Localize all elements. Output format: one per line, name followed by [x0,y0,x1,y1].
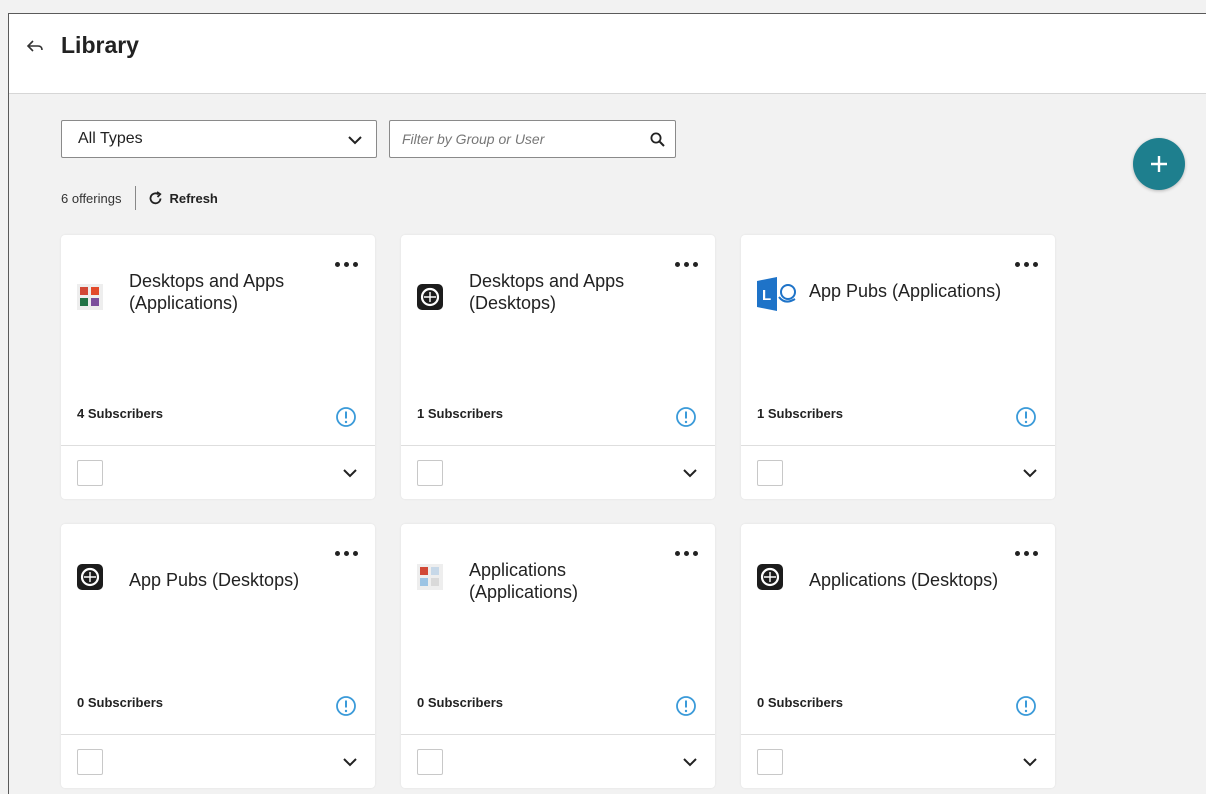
offering-title: Applications (Desktops) [809,569,1029,591]
more-options-icon[interactable] [333,546,361,560]
offerings-count: 6 offerings [61,190,122,206]
subscriber-count: 0 Subscribers [417,695,503,710]
more-options-icon[interactable] [673,257,701,271]
offering-title: Desktops and Apps (Desktops) [469,270,689,314]
title-line-1: Desktops and Apps [129,271,285,291]
info-icon[interactable] [335,695,357,717]
more-options-icon[interactable] [333,257,361,271]
type-filter-select[interactable]: All Types [61,120,377,158]
select-checkbox[interactable] [757,749,783,775]
title-line-1: App Pubs (Applications) [809,281,1002,301]
subscriber-count: 1 Subscribers [757,406,843,421]
info-icon[interactable] [1015,695,1037,717]
subscriber-count: 4 Subscribers [77,406,163,421]
title-line-2: (Desktops) [469,293,557,313]
windows-desktop-icon [77,564,103,590]
offering-title: App Pubs (Applications) [809,280,1029,302]
group-user-filter [389,120,676,158]
card-divider [61,734,375,735]
lync-icon: L [757,277,796,311]
subscriber-count: 0 Subscribers [77,695,163,710]
chevron-down-icon[interactable] [1023,468,1037,478]
chevron-down-icon[interactable] [683,468,697,478]
card-divider [741,734,1055,735]
office-apps-icon [417,564,443,590]
title-line-2: (Applications) [129,293,239,313]
search-icon[interactable] [650,132,665,147]
svg-text:L: L [762,287,771,304]
refresh-button[interactable]: Refresh [148,190,218,206]
page-header: Library [9,14,1206,94]
chevron-down-icon [348,136,362,145]
chevron-down-icon[interactable] [343,757,357,767]
subscriber-count: 0 Subscribers [757,695,843,710]
offering-title: App Pubs (Desktops) [129,569,349,591]
office-apps-icon [77,284,103,310]
info-icon[interactable] [335,406,357,428]
title-line-1: Applications (Desktops) [809,570,999,590]
title-line-1: App Pubs (Desktops) [129,570,300,590]
card-divider [401,734,715,735]
select-checkbox[interactable] [77,460,103,486]
card-divider [741,445,1055,446]
offering-title: Applications (Applications) [469,559,689,603]
offering-card[interactable]: Desktops and Apps (Applications) 4 Subsc… [61,235,375,499]
plus-icon [1151,156,1167,172]
title-line-2: (Applications) [469,582,579,602]
page-title: Library [61,32,139,58]
offering-card[interactable]: App Pubs (Desktops) 0 Subscribers [61,524,375,788]
info-icon[interactable] [675,695,697,717]
select-checkbox[interactable] [757,460,783,486]
windows-desktop-icon [757,564,783,590]
windows-desktop-icon [417,284,443,310]
select-checkbox[interactable] [417,460,443,486]
back-arrow-icon[interactable] [26,39,44,53]
subscriber-count: 1 Subscribers [417,406,503,421]
info-icon[interactable] [675,406,697,428]
add-offering-button[interactable] [1133,138,1185,190]
app-window: Library All Types 6 offerings Refresh [8,13,1206,794]
offering-card[interactable]: L App Pubs (Applications) 1 Subscribers [741,235,1055,499]
more-options-icon[interactable] [1013,546,1041,560]
type-filter-value: All Types [78,130,143,147]
chevron-down-icon[interactable] [343,468,357,478]
chevron-down-icon[interactable] [1023,757,1037,767]
refresh-icon [150,190,163,204]
chevron-down-icon[interactable] [683,757,697,767]
more-options-icon[interactable] [1013,257,1041,271]
select-checkbox[interactable] [77,749,103,775]
more-options-icon[interactable] [673,546,701,560]
offering-card[interactable]: Applications (Desktops) 0 Subscribers [741,524,1055,788]
title-line-1: Desktops and Apps [469,271,625,291]
offering-title: Desktops and Apps (Applications) [129,270,349,314]
card-divider [61,445,375,446]
select-checkbox[interactable] [417,749,443,775]
divider [135,186,137,210]
info-icon[interactable] [1015,406,1037,428]
filter-search-input[interactable] [390,121,640,157]
offering-card[interactable]: Desktops and Apps (Desktops) 1 Subscribe… [401,235,715,499]
refresh-label: Refresh [169,190,218,206]
offerings-summary: 6 offerings Refresh [61,186,218,210]
offering-card[interactable]: Applications (Applications) 0 Subscriber… [401,524,715,788]
title-line-1: Applications [469,560,567,580]
card-divider [401,445,715,446]
